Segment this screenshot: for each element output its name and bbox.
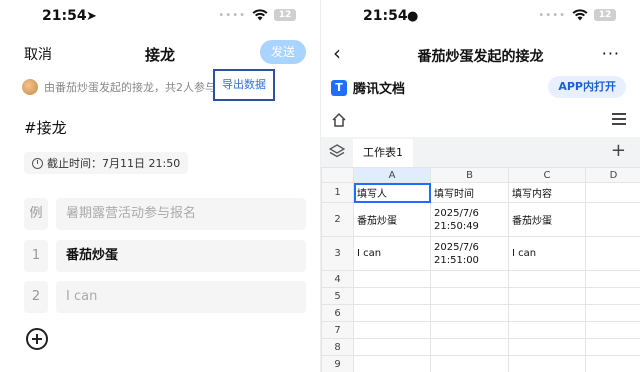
add-sheet-icon[interactable]: + xyxy=(611,140,626,161)
solitaire-screen: 21:54 ➤ •••• 12 取消 接龙 发送 由番茄炒蛋发起的接龙，共2人参… xyxy=(0,0,320,372)
sheet-screen: 21:54 ● •••• 12 ‹ 番茄炒蛋发起的接龙 ··· T 腾讯文档 A… xyxy=(320,0,640,372)
sheet-tab[interactable]: 工作表1 xyxy=(353,139,413,167)
row-header[interactable]: 3 xyxy=(321,236,354,271)
entry-field[interactable]: I can xyxy=(56,281,306,313)
table-cell[interactable] xyxy=(430,304,509,322)
doc-title: 番茄炒蛋发起的接龙 xyxy=(417,49,544,65)
tencent-docs-logo: T xyxy=(331,79,347,96)
entry-field[interactable]: 番茄炒蛋 xyxy=(56,240,306,272)
table-cell[interactable] xyxy=(353,270,431,288)
column-header[interactable]: D xyxy=(585,167,640,183)
brand-name: 腾讯文档 xyxy=(353,82,406,97)
row-header[interactable]: 8 xyxy=(321,338,354,356)
table-cell[interactable] xyxy=(430,270,509,288)
table-cell[interactable] xyxy=(508,287,586,305)
table-cell[interactable]: 填写时间 xyxy=(430,182,509,203)
sheet-tab-bar: 工作表1 + xyxy=(321,137,640,167)
table-cell[interactable] xyxy=(353,338,431,356)
initiator-text: 由番茄炒蛋发起的接龙，共2人参与 xyxy=(44,81,216,94)
item-number: 2 xyxy=(24,281,48,313)
table-cell[interactable]: 填写人 xyxy=(353,182,431,203)
home-icon[interactable] xyxy=(331,112,347,128)
table-cell[interactable] xyxy=(508,355,586,372)
spreadsheet-grid: A B C D 1 填写人 填写时间 填写内容 2 番茄炒蛋 2025/7/6 … xyxy=(321,167,640,372)
table-cell[interactable] xyxy=(585,355,640,372)
location-arrow-icon: ➤ xyxy=(86,9,97,24)
status-time: 21:54 xyxy=(363,8,408,24)
row-header[interactable]: 2 xyxy=(321,202,354,237)
table-cell[interactable] xyxy=(585,287,640,305)
status-bar: 21:54 ● •••• 12 xyxy=(321,8,640,28)
table-cell[interactable] xyxy=(585,202,640,237)
table-cell[interactable]: 填写内容 xyxy=(508,182,586,203)
table-cell[interactable]: 番茄炒蛋 xyxy=(353,202,431,237)
column-header[interactable]: B xyxy=(430,167,509,183)
signal-icon: •••• xyxy=(538,9,566,21)
table-cell[interactable]: 2025/7/6 21:50:49 xyxy=(430,202,509,237)
clock-icon xyxy=(32,157,43,169)
table-cell[interactable] xyxy=(585,304,640,322)
status-time: 21:54 xyxy=(42,8,87,24)
item-number: 1 xyxy=(24,240,48,272)
deadline-text: 截止时间：7月11日 21:50 xyxy=(47,157,181,170)
signal-icon: •••• xyxy=(218,9,246,21)
table-cell[interactable] xyxy=(430,338,509,356)
list-item: 2 I can xyxy=(24,281,306,313)
table-cell[interactable] xyxy=(430,287,509,305)
table-cell[interactable] xyxy=(585,338,640,356)
row-header[interactable]: 1 xyxy=(321,182,354,203)
table-cell[interactable]: I can xyxy=(353,236,431,271)
table-cell[interactable] xyxy=(353,355,431,372)
table-cell[interactable]: I can xyxy=(508,236,586,271)
layers-icon[interactable] xyxy=(329,143,345,159)
table-cell[interactable] xyxy=(508,270,586,288)
row-header[interactable]: 7 xyxy=(321,321,354,339)
status-bar: 21:54 ➤ •••• 12 xyxy=(0,8,320,28)
menu-icon[interactable] xyxy=(612,113,626,125)
table-cell[interactable] xyxy=(353,287,431,305)
add-entry-icon[interactable] xyxy=(26,328,48,350)
table-cell[interactable] xyxy=(508,304,586,322)
export-data-link[interactable]: 导出数据 xyxy=(213,69,275,101)
table-cell[interactable] xyxy=(430,355,509,372)
table-cell[interactable] xyxy=(353,304,431,322)
more-icon[interactable]: ··· xyxy=(602,44,620,63)
corner-cell[interactable] xyxy=(321,167,354,183)
table-cell[interactable]: 2025/7/6 21:51:00 xyxy=(430,236,509,271)
table-cell[interactable] xyxy=(585,236,640,271)
battery-icon: 12 xyxy=(274,9,296,21)
hashtag[interactable]: #接龙 xyxy=(24,117,67,138)
column-header[interactable]: A xyxy=(353,167,431,183)
deadline-badge[interactable]: 截止时间：7月11日 21:50 xyxy=(24,152,189,174)
item-number: 例 xyxy=(24,198,48,230)
column-header[interactable]: C xyxy=(508,167,586,183)
table-cell[interactable] xyxy=(508,338,586,356)
person-icon: ● xyxy=(407,9,419,24)
wifi-icon xyxy=(572,9,588,21)
example-text: 暑期露营活动参与报名 xyxy=(56,198,306,230)
row-header[interactable]: 9 xyxy=(321,355,354,372)
table-cell[interactable] xyxy=(508,321,586,339)
row-header[interactable]: 6 xyxy=(321,304,354,322)
avatar xyxy=(22,79,38,95)
table-cell[interactable] xyxy=(585,182,640,203)
wifi-icon xyxy=(252,9,268,21)
table-cell[interactable]: 番茄炒蛋 xyxy=(508,202,586,237)
table-cell[interactable] xyxy=(430,321,509,339)
send-button[interactable]: 发送 xyxy=(260,40,306,64)
row-header[interactable]: 4 xyxy=(321,270,354,288)
brand: T 腾讯文档 xyxy=(331,78,405,97)
list-item: 1 番茄炒蛋 xyxy=(24,240,306,272)
battery-icon: 12 xyxy=(594,9,616,21)
table-cell[interactable] xyxy=(353,321,431,339)
row-header[interactable]: 5 xyxy=(321,287,354,305)
table-cell[interactable] xyxy=(585,270,640,288)
table-cell[interactable] xyxy=(585,321,640,339)
open-in-app-button[interactable]: APP内打开 xyxy=(548,76,626,98)
example-item: 例 暑期露营活动参与报名 xyxy=(24,198,306,230)
